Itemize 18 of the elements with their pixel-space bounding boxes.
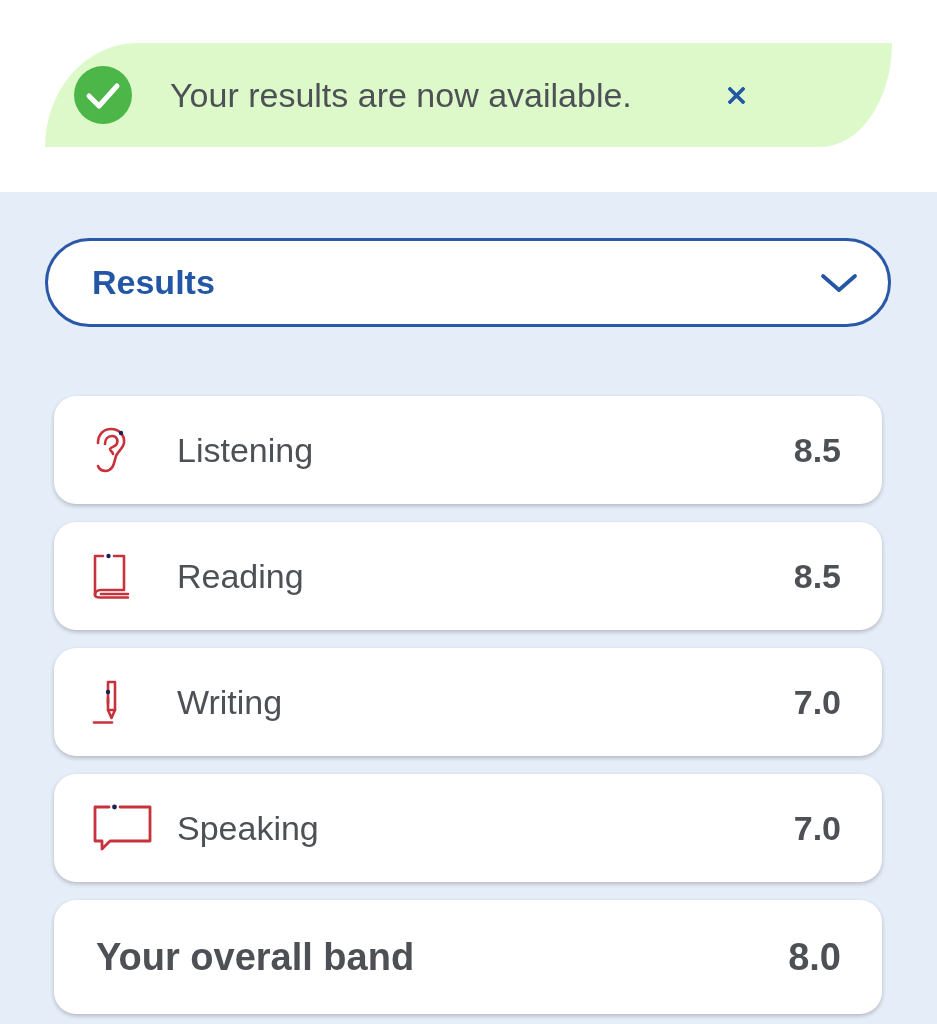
close-button[interactable] xyxy=(725,84,747,106)
close-icon xyxy=(727,86,745,104)
overall-label: Your overall band xyxy=(96,935,416,979)
notification-message: Your results are now available. xyxy=(170,75,632,115)
band-score: 7.0 xyxy=(793,808,841,848)
overall-score: 8.0 xyxy=(788,935,841,979)
chevron-down-icon xyxy=(820,272,858,293)
band-score: 7.0 xyxy=(793,682,841,722)
band-score: 8.5 xyxy=(793,430,841,470)
section-label: Reading xyxy=(177,556,305,596)
section-label: Listening xyxy=(177,430,315,470)
check-circle-icon xyxy=(74,66,132,124)
book-icon xyxy=(92,553,130,599)
speech-bubble-icon xyxy=(92,804,154,852)
results-dropdown[interactable]: Results xyxy=(45,238,891,327)
section-label: Writing xyxy=(177,682,284,722)
section-label: Speaking xyxy=(177,808,320,848)
band-score: 8.5 xyxy=(793,556,841,596)
